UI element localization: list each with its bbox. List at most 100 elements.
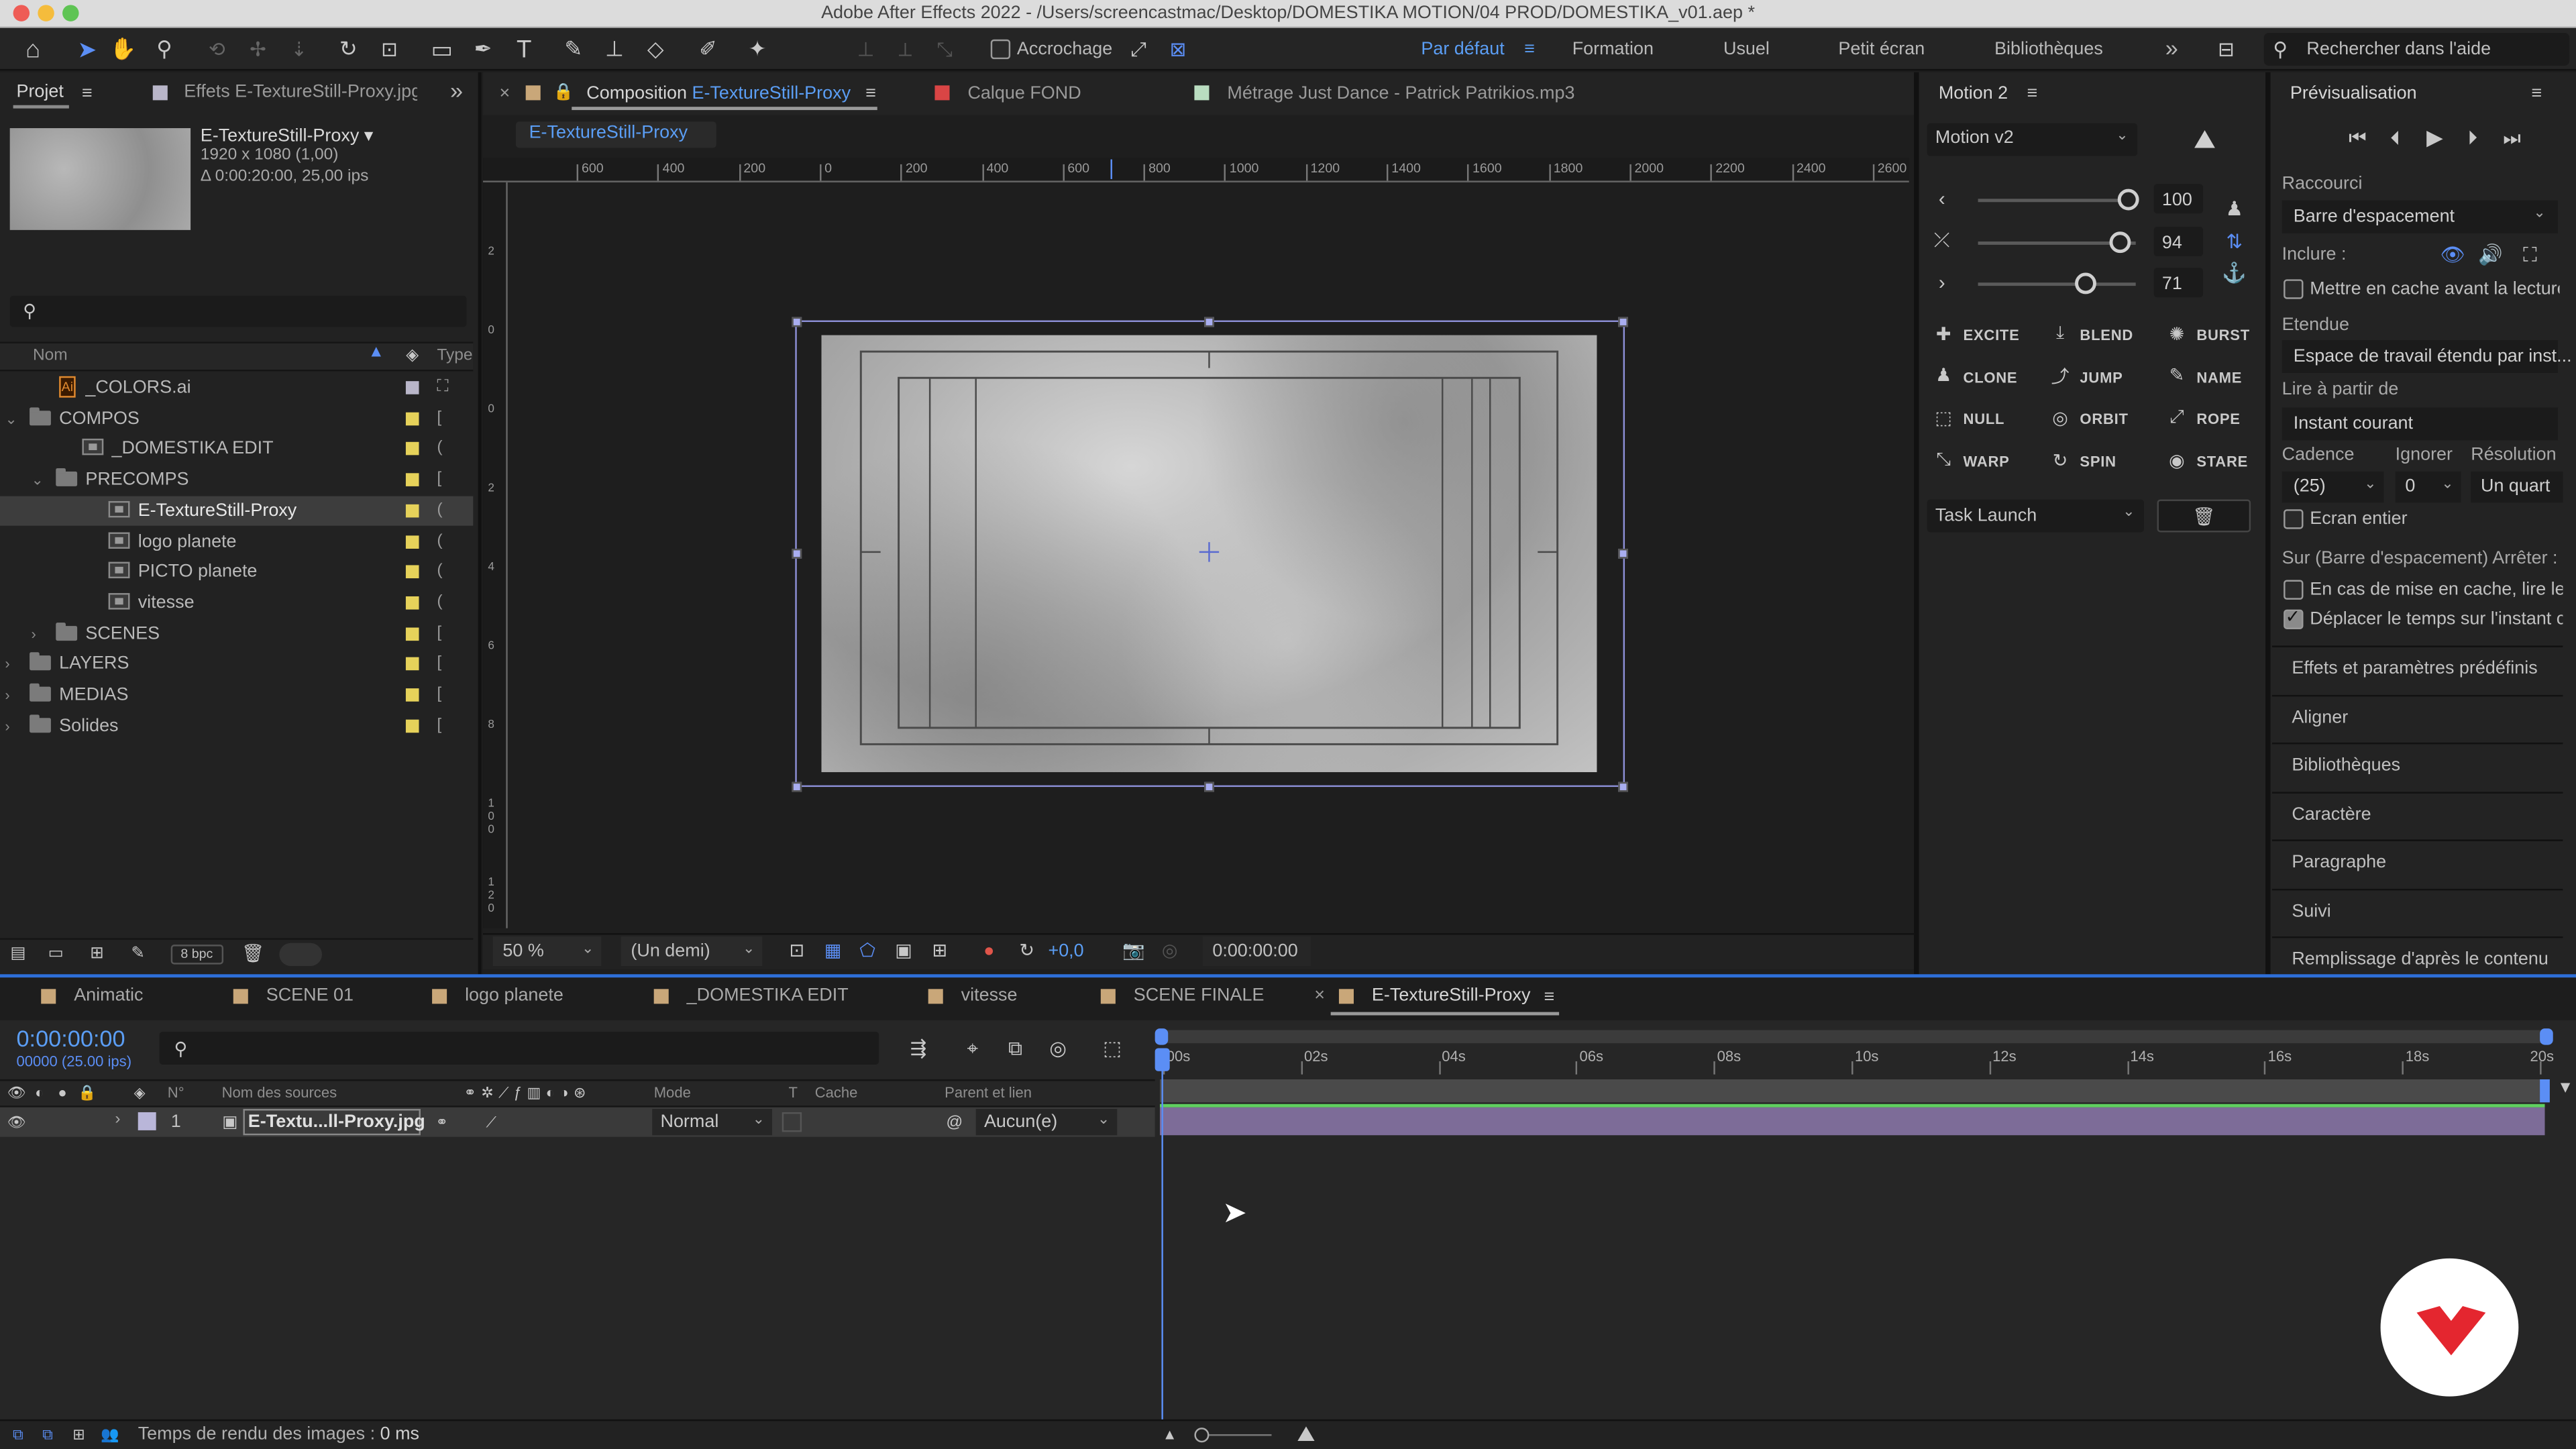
clone-stamp-icon[interactable]: ⊥ — [600, 33, 629, 66]
anchor-icon[interactable]: ⚓ — [2220, 258, 2249, 287]
workspace-menu-icon[interactable]: ≡ — [1519, 36, 1539, 62]
orbit-camera-icon[interactable]: ⟲ — [202, 33, 231, 66]
workspace-1[interactable]: Formation — [1572, 40, 1654, 59]
eraser-tool-icon[interactable]: ◇ — [641, 33, 670, 66]
video-eye-icon[interactable]: 👁 — [2440, 241, 2466, 268]
tab-composition[interactable]: Composition E-TextureStill-Proxy — [586, 84, 851, 103]
timeline-search-field[interactable] — [159, 1031, 879, 1065]
motion-slider-handle[interactable] — [2117, 189, 2139, 211]
project-item[interactable]: E-TextureStill-Proxy ( — [0, 496, 474, 527]
project-item[interactable]: › Solides [ — [0, 711, 473, 742]
motion-title[interactable]: Motion 2 — [1939, 84, 2008, 103]
grid-guides-icon[interactable]: ⊞ — [926, 936, 953, 965]
warp-button[interactable]: WARP — [1964, 453, 2010, 470]
tab-layer[interactable]: Calque FOND — [967, 84, 1081, 103]
workspace-4[interactable]: Bibliothèques — [1994, 40, 2103, 59]
comp-marker-icon[interactable]: ▼ — [2555, 1076, 2576, 1101]
lock-icon[interactable]: 🔒 — [553, 80, 574, 103]
column-type[interactable]: Type — [437, 347, 472, 365]
mask-visibility-icon[interactable]: ⬠ — [854, 936, 880, 965]
render-time-icon[interactable]: 👥 — [99, 1423, 121, 1446]
stare-button[interactable]: STARE — [2196, 453, 2248, 470]
panels-overflow-icon[interactable]: » — [450, 77, 463, 103]
time-navigator[interactable] — [1159, 1030, 2550, 1044]
expand-layer-switches-icon[interactable]: ⧉ — [7, 1423, 30, 1446]
flowchart-icon[interactable]: ✎ — [125, 941, 151, 966]
play-icon[interactable]: ▶ — [2420, 123, 2449, 153]
project-item[interactable]: logo planete ( — [0, 527, 473, 557]
label-swatch[interactable] — [405, 718, 419, 733]
project-item[interactable]: vitesse ( — [0, 588, 473, 619]
snapping-options-icon[interactable]: ⤢ — [1124, 33, 1153, 66]
blend-button[interactable]: BLEND — [2080, 327, 2133, 343]
solo-icon[interactable]: ● — [51, 1081, 74, 1104]
label-swatch[interactable] — [405, 411, 419, 425]
jump-button[interactable]: JUMP — [2080, 369, 2123, 385]
last-frame-icon[interactable]: ⏭ — [2497, 123, 2526, 153]
expand-toggle-icon[interactable]: › — [32, 625, 36, 641]
expand-toggle-icon[interactable]: ⌄ — [5, 410, 17, 428]
fast-previews-icon[interactable]: ⊡ — [784, 936, 810, 965]
workspace-2[interactable]: Usuel — [1723, 40, 1770, 59]
transform-handle[interactable] — [1618, 548, 1628, 559]
playhead[interactable] — [1155, 1048, 1170, 1071]
snapshot-camera-icon[interactable]: 📷 — [1119, 936, 1148, 965]
project-item[interactable]: › MEDIAS [ — [0, 680, 473, 711]
pen-tool-icon[interactable]: ✒ — [468, 33, 498, 66]
transform-handle[interactable] — [1618, 782, 1628, 792]
rectangle-tool-icon[interactable]: ▭ — [425, 33, 458, 66]
pan-camera-icon[interactable]: ✢ — [243, 33, 272, 66]
anchor-tool-icon[interactable]: ⊡ — [374, 33, 404, 66]
layer-duration-bar[interactable] — [1159, 1107, 2545, 1136]
project-item[interactable]: PICTO planete ( — [0, 557, 473, 588]
preview-title[interactable]: Prévisualisation — [2290, 84, 2417, 103]
tab-project[interactable]: Projet — [16, 82, 63, 101]
expand-layer-icon[interactable]: › — [115, 1111, 120, 1129]
clone-button[interactable]: CLONE — [1964, 369, 2018, 385]
fullscreen-checkbox[interactable] — [2284, 509, 2304, 529]
audio-speaker-icon[interactable]: 🔊 — [2477, 241, 2504, 268]
axis-local-icon[interactable]: ⊥ — [851, 33, 881, 66]
work-area-bar[interactable] — [1159, 1079, 2550, 1103]
preview-menu-icon[interactable]: ≡ — [2527, 82, 2546, 105]
snapping-checkbox[interactable] — [990, 39, 1011, 60]
expand-toggle-icon[interactable]: › — [5, 687, 9, 703]
spin-button[interactable]: SPIN — [2080, 453, 2116, 470]
draft-3d-icon[interactable]: ⌖ — [958, 1033, 987, 1063]
name-button[interactable]: NAME — [2196, 369, 2242, 385]
project-item[interactable]: › SCENES [ — [0, 619, 473, 649]
panel-effets-et-param-tres-pr-d-finis[interactable]: Effets et paramètres prédéfinis — [2271, 645, 2563, 688]
roto-brush-icon[interactable]: ✐ — [693, 33, 722, 66]
show-snapshot-icon[interactable]: ◎ — [1157, 936, 1183, 965]
excite-button[interactable]: EXCITE — [1964, 327, 2020, 343]
color-channels-icon[interactable]: ● — [976, 936, 1002, 965]
motion-blur-icon[interactable]: ◎ — [1043, 1033, 1073, 1063]
track-matte-box[interactable] — [782, 1112, 802, 1132]
transform-handle[interactable] — [1204, 317, 1214, 327]
timeline-current-time[interactable]: 0:00:00:00 — [16, 1025, 125, 1051]
expand-toggle-icon[interactable]: › — [5, 656, 9, 672]
snapping-grid-icon[interactable]: ⊠ — [1163, 33, 1193, 66]
workspace-more-button[interactable]: » — [2165, 34, 2178, 60]
panel-remplissage-d-apr-s-le-contenu[interactable]: Remplissage d'après le contenu — [2271, 936, 2563, 979]
quality-switch-icon[interactable]: ⟋ — [480, 1111, 502, 1134]
panel-caract-re[interactable]: Caractère — [2271, 791, 2563, 834]
project-item[interactable]: Ai _COLORS.ai ⛶ — [0, 373, 473, 404]
playhead-line[interactable] — [1161, 1059, 1163, 1419]
label-column-icon[interactable]: ◈ — [401, 343, 424, 366]
slider-direction-icon[interactable]: ⤫ — [1929, 227, 1955, 254]
puppet-pin-icon[interactable]: ✦ — [743, 33, 772, 66]
mountains-icon[interactable]: ⛰ — [2172, 125, 2238, 158]
panel-suivi[interactable]: Suivi — [2271, 888, 2563, 931]
work-area-end[interactable] — [2540, 1079, 2550, 1103]
overlays-icon[interactable]: ⛶ — [2517, 241, 2543, 268]
trash-icon[interactable]: 🗑 — [240, 941, 266, 966]
zoom-tool-icon[interactable]: ⚲ — [150, 33, 179, 66]
label-swatch[interactable] — [405, 504, 419, 517]
label-swatch[interactable] — [405, 535, 419, 548]
slider-direction-icon[interactable]: › — [1929, 270, 1955, 296]
selected-item-name[interactable]: E-TextureStill-Proxy ▾ — [201, 125, 374, 146]
panel-aligner[interactable]: Aligner — [2271, 694, 2563, 737]
hand-tool-icon[interactable]: ✋ — [109, 33, 138, 66]
dolly-camera-icon[interactable]: ⇣ — [284, 33, 314, 66]
